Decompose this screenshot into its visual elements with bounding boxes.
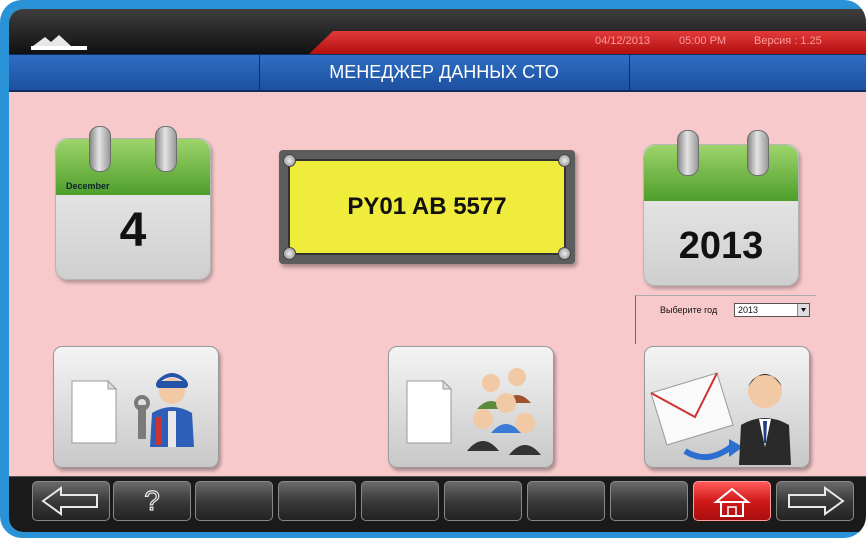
page-title: МЕНЕДЖЕР ДАННЫХ СТО <box>329 62 559 82</box>
year-select-value: 2013 <box>738 305 759 315</box>
brand-logo <box>31 34 87 50</box>
calendar-header <box>644 145 798 201</box>
top-bar: 04/12/2013 05:00 PM Версия : 1.25 <box>9 9 866 54</box>
screw-icon <box>283 154 296 167</box>
nav-blank-button[interactable] <box>361 481 439 521</box>
chevron-down-icon[interactable] <box>797 304 809 316</box>
help-icon: ? <box>144 484 161 516</box>
screw-icon <box>558 247 571 260</box>
calendar-ring <box>89 126 111 172</box>
bottom-nav-bar: ? <box>9 476 866 532</box>
customers-icon <box>406 368 541 455</box>
email-contact-icon <box>650 372 791 465</box>
app-frame: 04/12/2013 05:00 PM Версия : 1.25 МЕНЕДЖ… <box>0 0 866 538</box>
license-plate: PY01 AB 5577 <box>279 150 575 264</box>
back-arrow-icon <box>41 486 98 516</box>
plate-face: PY01 AB 5577 <box>288 159 566 255</box>
year-selector-label: Выберите год <box>660 305 718 315</box>
title-bar: МЕНЕДЖЕР ДАННЫХ СТО <box>9 54 866 92</box>
calendar-ring <box>155 126 177 172</box>
status-date: 04/12/2013 <box>595 35 651 47</box>
screw-icon <box>283 247 296 260</box>
nav-blank-button[interactable] <box>444 481 522 521</box>
nav-blank-button[interactable] <box>195 481 273 521</box>
send-email-button[interactable] <box>644 346 810 468</box>
calendar-ring <box>677 130 699 176</box>
nav-blank-button[interactable] <box>610 481 688 521</box>
home-icon <box>713 487 751 517</box>
customers-data-button[interactable] <box>388 346 554 468</box>
calendar-ring <box>747 130 769 176</box>
status-time: 05:00 PM <box>679 35 727 47</box>
app-screen: 04/12/2013 05:00 PM Версия : 1.25 МЕНЕДЖ… <box>9 9 866 532</box>
plate-number: PY01 AB 5577 <box>347 193 507 220</box>
nav-blank-button[interactable] <box>527 481 605 521</box>
help-button[interactable]: ? <box>113 481 191 521</box>
forward-button[interactable] <box>776 481 854 521</box>
year-selector-panel: Выберите год 2013 <box>635 295 816 344</box>
status-version: Версия : 1.25 <box>754 35 822 47</box>
title-divider <box>629 55 630 90</box>
year-select[interactable]: 2013 <box>734 303 810 317</box>
calendar-year: 2013 <box>678 225 764 267</box>
home-button[interactable] <box>693 481 771 521</box>
mechanic-data-button[interactable] <box>53 346 219 468</box>
screw-icon <box>558 154 571 167</box>
calendar-month: December <box>66 181 110 191</box>
mechanic-icon <box>71 373 194 447</box>
calendar-day: 4 <box>119 204 147 257</box>
year-calendar: 2013 <box>643 144 799 286</box>
back-button[interactable] <box>32 481 110 521</box>
day-calendar: December 4 <box>55 138 211 280</box>
nav-blank-button[interactable] <box>278 481 356 521</box>
forward-arrow-icon <box>788 486 845 516</box>
